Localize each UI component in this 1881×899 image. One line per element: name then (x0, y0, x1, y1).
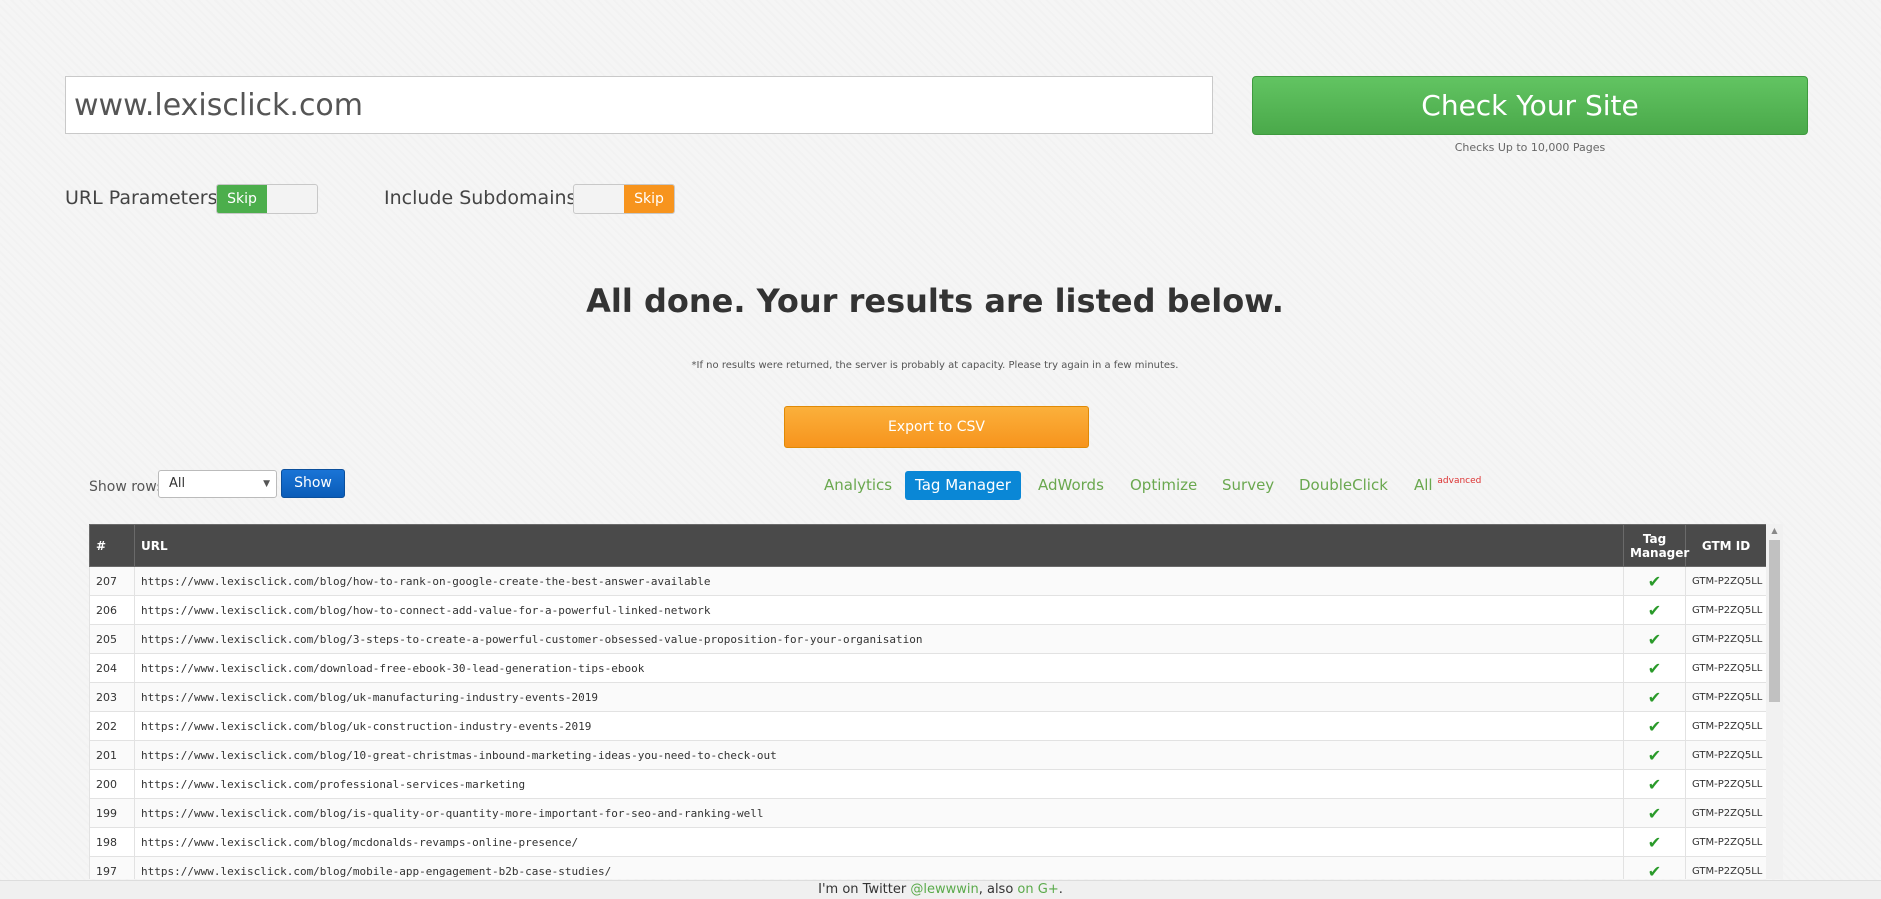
tab-survey[interactable]: Survey (1222, 471, 1274, 500)
footer-suffix: . (1058, 882, 1063, 897)
checkmark-icon: ✔ (1623, 740, 1686, 770)
table-row: 204 https://www.lexisclick.com/download-f… (89, 653, 1767, 683)
table-row: 200 https://www.lexisclick.com/profession… (89, 769, 1767, 799)
checkmark-icon: ✔ (1623, 827, 1686, 857)
results-headline: All done. Your results are listed below. (586, 282, 1284, 320)
row-gtm-id: GTM-P2ZQ5LL (1685, 653, 1767, 683)
checkmark-icon: ✔ (1623, 856, 1686, 879)
row-url: https://www.lexisclick.com/download-free… (134, 653, 1624, 683)
url-parameters-toggle-state: Skip (217, 185, 267, 213)
tab-doubleclick[interactable]: DoubleClick (1299, 471, 1388, 500)
row-number: 202 (89, 711, 135, 741)
table-scrollbar[interactable]: ▲ (1766, 524, 1783, 879)
row-number: 200 (89, 769, 135, 799)
row-gtm-id: GTM-P2ZQ5LL (1685, 798, 1767, 828)
table-row: 206 https://www.lexisclick.com/blog/how-t… (89, 595, 1767, 625)
row-number: 197 (89, 856, 135, 879)
checkmark-icon: ✔ (1623, 769, 1686, 799)
include-subdomains-toggle-state: Skip (624, 185, 674, 213)
row-url: https://www.lexisclick.com/blog/is-quali… (134, 798, 1624, 828)
table-header-row: # URL Tag Manager GTM ID (89, 524, 1767, 567)
row-gtm-id: GTM-P2ZQ5LL (1685, 682, 1767, 712)
export-csv-button[interactable]: Export to CSV (784, 406, 1089, 448)
twitter-link[interactable]: @lewwwin (910, 882, 978, 897)
table-row: 199 https://www.lexisclick.com/blog/is-qu… (89, 798, 1767, 828)
row-gtm-id: GTM-P2ZQ5LL (1685, 856, 1767, 879)
row-number: 206 (89, 595, 135, 625)
table-row: 202 https://www.lexisclick.com/blog/uk-co… (89, 711, 1767, 741)
include-subdomains-toggle[interactable]: Skip (573, 184, 675, 214)
row-gtm-id: GTM-P2ZQ5LL (1685, 769, 1767, 799)
table-row: 203 https://www.lexisclick.com/blog/uk-ma… (89, 682, 1767, 712)
table-row: 197 https://www.lexisclick.com/blog/mobil… (89, 856, 1767, 879)
tab-analytics[interactable]: Analytics (824, 471, 892, 500)
checkmark-icon: ✔ (1623, 566, 1686, 596)
row-url: https://www.lexisclick.com/blog/uk-manuf… (134, 682, 1624, 712)
checkmark-icon: ✔ (1623, 653, 1686, 683)
tab-tag-manager[interactable]: Tag Manager (905, 471, 1021, 500)
check-your-site-button[interactable]: Check Your Site (1252, 76, 1808, 135)
tab-all[interactable]: All advanced (1414, 471, 1481, 500)
tab-optimize[interactable]: Optimize (1130, 471, 1197, 500)
scroll-up-icon[interactable]: ▲ (1766, 524, 1783, 538)
row-url: https://www.lexisclick.com/blog/how-to-c… (134, 595, 1624, 625)
col-header-gtm-id[interactable]: GTM ID (1685, 524, 1767, 567)
row-url: https://www.lexisclick.com/blog/mcdonald… (134, 827, 1624, 857)
row-url: https://www.lexisclick.com/professional-… (134, 769, 1624, 799)
footer: I'm on Twitter @lewwwin, also on G+. (0, 880, 1881, 899)
tab-all-label: All (1414, 476, 1433, 494)
checkmark-icon: ✔ (1623, 711, 1686, 741)
row-gtm-id: GTM-P2ZQ5LL (1685, 566, 1767, 596)
row-url: https://www.lexisclick.com/blog/10-great… (134, 740, 1624, 770)
row-number: 205 (89, 624, 135, 654)
url-parameters-toggle[interactable]: Skip (216, 184, 318, 214)
footer-prefix: I'm on Twitter (818, 882, 911, 897)
row-number: 199 (89, 798, 135, 828)
table-row: 207 https://www.lexisclick.com/blog/how-t… (89, 566, 1767, 596)
rows-select-value: All (169, 476, 186, 491)
checkmark-icon: ✔ (1623, 595, 1686, 625)
row-number: 204 (89, 653, 135, 683)
show-rows-label: Show rows (89, 479, 164, 495)
row-url: https://www.lexisclick.com/blog/mobile-a… (134, 856, 1624, 879)
chevron-down-icon: ▼ (263, 479, 270, 489)
row-url: https://www.lexisclick.com/blog/how-to-r… (134, 566, 1624, 596)
advanced-badge: advanced (1437, 476, 1482, 486)
row-gtm-id: GTM-P2ZQ5LL (1685, 711, 1767, 741)
footer-middle: , also (978, 882, 1018, 897)
col-header-tag-manager[interactable]: Tag Manager (1623, 524, 1689, 567)
table-row: 201 https://www.lexisclick.com/blog/10-gr… (89, 740, 1767, 770)
rows-select[interactable]: All ▼ (158, 470, 277, 498)
row-number: 207 (89, 566, 135, 596)
row-gtm-id: GTM-P2ZQ5LL (1685, 624, 1767, 654)
col-header-url[interactable]: URL (134, 524, 1624, 567)
url-parameters-label: URL Parameters: (65, 187, 224, 209)
show-rows-button[interactable]: Show (281, 469, 345, 498)
scrollbar-thumb[interactable] (1769, 540, 1780, 702)
row-gtm-id: GTM-P2ZQ5LL (1685, 595, 1767, 625)
row-url: https://www.lexisclick.com/blog/uk-const… (134, 711, 1624, 741)
checkmark-icon: ✔ (1623, 624, 1686, 654)
row-gtm-id: GTM-P2ZQ5LL (1685, 740, 1767, 770)
row-number: 201 (89, 740, 135, 770)
checkmark-icon: ✔ (1623, 682, 1686, 712)
col-header-num[interactable]: # (89, 524, 135, 567)
row-number: 203 (89, 682, 135, 712)
page-limit-note: Checks Up to 10,000 Pages (1454, 141, 1606, 154)
checkmark-icon: ✔ (1623, 798, 1686, 828)
tab-adwords[interactable]: AdWords (1038, 471, 1104, 500)
row-url: https://www.lexisclick.com/blog/3-steps-… (134, 624, 1624, 654)
site-url-input[interactable] (65, 76, 1213, 134)
table-row: 205 https://www.lexisclick.com/blog/3-ste… (89, 624, 1767, 654)
include-subdomains-label: Include Subdomains: (384, 187, 583, 209)
gplus-link[interactable]: on G+ (1017, 882, 1058, 897)
table-row: 198 https://www.lexisclick.com/blog/mcdon… (89, 827, 1767, 857)
results-table-container: # URL Tag Manager GTM ID 207 https://www.… (89, 524, 1783, 879)
results-table: # URL Tag Manager GTM ID 207 https://www.… (89, 524, 1767, 879)
row-gtm-id: GTM-P2ZQ5LL (1685, 827, 1767, 857)
row-number: 198 (89, 827, 135, 857)
capacity-note: *If no results were returned, the server… (691, 360, 1179, 371)
